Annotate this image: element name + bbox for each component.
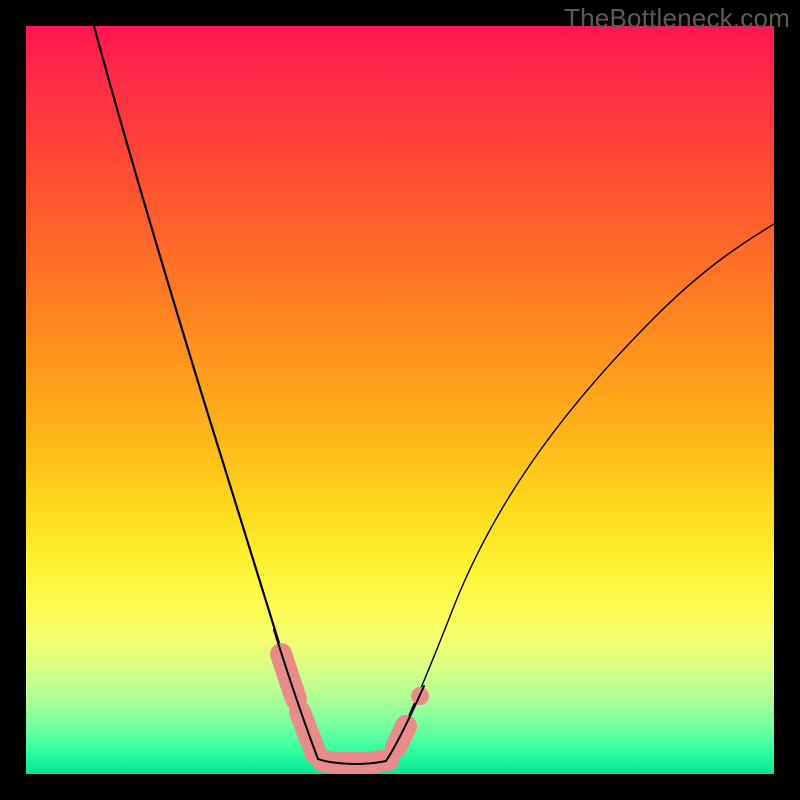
right-curve <box>386 224 774 761</box>
watermark-text: TheBottleneck.com <box>564 3 790 34</box>
bottleneck-curve-chart <box>26 26 774 774</box>
left-curve-overlay <box>274 630 318 759</box>
chart-plot-area <box>26 26 774 774</box>
